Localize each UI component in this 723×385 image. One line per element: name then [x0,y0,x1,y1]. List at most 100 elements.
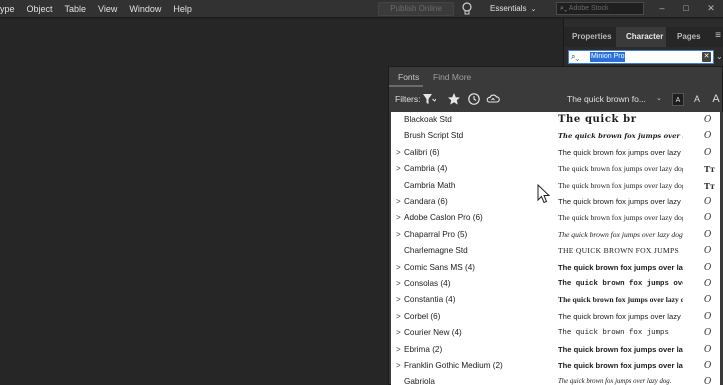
tab-fonts[interactable]: Fonts [398,67,419,87]
chevron-down-icon[interactable]: ⌄ [656,88,662,110]
font-name: Candara (6) [404,197,448,206]
expand-icon[interactable]: > [396,194,401,210]
minimize-icon[interactable]: – [654,2,670,15]
font-sample: The quick brown fox jumps over lazy dog [558,229,683,239]
star-icon[interactable] [447,92,461,106]
font-sample: The quick brown fox jumps over [558,280,683,288]
sample-size-medium-button[interactable]: A [691,93,703,106]
tab-properties[interactable]: Properties [572,27,612,47]
font-popup-tabs: Fonts Find More [389,67,723,87]
font-sample: The quick brown fox jumps over lazy dog [558,213,683,223]
panel-menu-icon[interactable]: ≡ [715,30,721,41]
truetype-icon: Tт [704,180,715,191]
clock-icon[interactable] [467,92,481,106]
font-row[interactable]: > Constantia (4) The quick brown fox jum… [391,292,720,308]
opentype-icon: O [704,246,712,257]
font-name: Comic Sans MS (4) [404,262,475,272]
expand-icon[interactable]: > [396,292,401,308]
font-name: Adobe Caslon Pro (6) [404,213,483,223]
tab-pages[interactable]: Pages [677,27,701,47]
chevron-down-icon[interactable]: ⌄ [716,52,723,61]
tab-character[interactable]: Character [616,27,666,47]
menu-view[interactable]: View [92,0,123,18]
opentype-icon: O [704,328,712,339]
opentype-icon: O [704,147,712,158]
bulb-icon[interactable] [461,2,473,16]
font-row[interactable]: > Franklin Gothic Medium (2) The quick b… [391,358,720,374]
expand-icon[interactable]: > [396,210,401,226]
font-row[interactable]: > Ebrima (2) The quick brown fox jumps o… [391,342,720,358]
cursor-icon [537,184,551,204]
menu-help[interactable]: Help [167,0,198,18]
expand-icon[interactable]: > [396,260,401,276]
font-name: Charlemagne Std [404,246,468,256]
expand-icon[interactable]: > [396,145,401,161]
opentype-icon: O [704,377,712,385]
filter-bar: Filters: The quick brown fo... ⌄ A A A [389,88,723,110]
search-icon: ⌕⌄ [571,52,580,61]
expand-icon[interactable]: > [396,358,401,374]
expand-icon[interactable]: > [396,325,401,341]
font-row[interactable]: Blackoak Std The quick br O [391,112,720,128]
right-panel-tabs: Properties Character Pages ≡ [564,27,723,47]
font-row[interactable]: Cambria Math The quick brown fox jumps o… [391,178,720,194]
preview-text-select[interactable]: The quick brown fo... [567,88,646,110]
font-row[interactable]: > Courier New (4) The quick brown fox ju… [391,325,720,341]
font-sample: The quick brown fox jumps over lazy dog [558,311,683,321]
filter-icon[interactable] [422,92,436,106]
font-row[interactable]: Charlemagne Std THE QUICK BROWN FOX JUMP… [391,243,720,259]
font-name: Constantia (4) [404,295,456,305]
font-sample: The quick brown fox jumps over lazy dog [558,262,683,272]
font-row[interactable]: > Calibri (6) The quick brown fox jumps … [391,145,720,161]
opentype-icon: O [704,279,712,289]
font-row[interactable]: > Consolas (4) The quick brown fox jumps… [391,276,720,292]
search-icon: ⌕⌄ [560,5,568,12]
menu-type[interactable]: ype [0,0,21,18]
stock-search-input[interactable]: ⌕⌄ Adobe Stock [556,2,644,15]
opentype-icon: O [704,115,712,125]
tab-find-more[interactable]: Find More [433,67,471,87]
menu-window[interactable]: Window [123,0,167,18]
font-sample: The quick brown fox jumps over lazy dog [558,164,683,174]
font-name: Corbel (6) [404,311,441,321]
font-sample: The quick brown fox jumps over lazy dog [558,295,683,305]
expand-icon[interactable]: > [396,276,401,292]
expand-icon[interactable]: > [396,309,401,325]
font-sample: The quick brown fox jumps over lazy dog. [558,378,672,385]
font-row[interactable]: Gabriola The quick brown fox jumps over … [391,374,720,385]
maximize-icon[interactable]: □ [678,2,694,15]
font-name: Cambria (4) [404,164,448,174]
cloud-sync-icon[interactable] [486,92,500,106]
font-sample: The quick brown fox jumps [558,329,669,338]
clear-icon[interactable]: ✕ [702,52,711,62]
opentype-icon: O [704,213,712,224]
font-list: Blackoak Std The quick br O Brush Script… [391,112,720,385]
expand-icon[interactable]: > [396,342,401,358]
close-icon[interactable]: ✕ [703,2,719,15]
workspace-switcher[interactable]: Essentials ⌄ [490,0,536,18]
truetype-icon: Tт [704,164,715,175]
sample-size-small-button[interactable]: A [672,93,684,106]
font-family-value: Minion Pro [590,52,626,62]
sample-size-large-button[interactable]: A [709,93,723,106]
font-name: Courier New (4) [404,328,462,338]
font-row[interactable]: > Corbel (6) The quick brown fox jumps o… [391,309,720,325]
font-row[interactable]: > Candara (6) The quick brown fox jumps … [391,194,720,210]
font-sample: The quick brown fox jumps over lazy dog [558,180,683,190]
opentype-icon: O [704,344,712,355]
font-name: Calibri (6) [404,147,440,157]
expand-icon[interactable]: > [396,227,401,243]
opentype-icon: O [704,361,712,371]
font-name: Consolas (4) [404,279,451,288]
font-name: Blackoak Std [404,115,452,124]
font-row[interactable]: Brush Script Std The quick brown fox jum… [391,128,720,144]
font-row[interactable]: > Adobe Caslon Pro (6) The quick brown f… [391,210,720,226]
publish-online-button[interactable]: Publish Online [378,2,454,16]
menu-table[interactable]: Table [59,0,93,18]
font-row[interactable]: > Comic Sans MS (4) The quick brown fox … [391,260,720,276]
font-row[interactable]: > Cambria (4) The quick brown fox jumps … [391,161,720,177]
font-row[interactable]: > Chaparral Pro (5) The quick brown fox … [391,227,720,243]
menu-object[interactable]: Object [21,0,59,18]
expand-icon[interactable]: > [396,161,401,177]
font-family-field[interactable]: ⌕⌄ Minion Pro ✕ [568,50,714,64]
